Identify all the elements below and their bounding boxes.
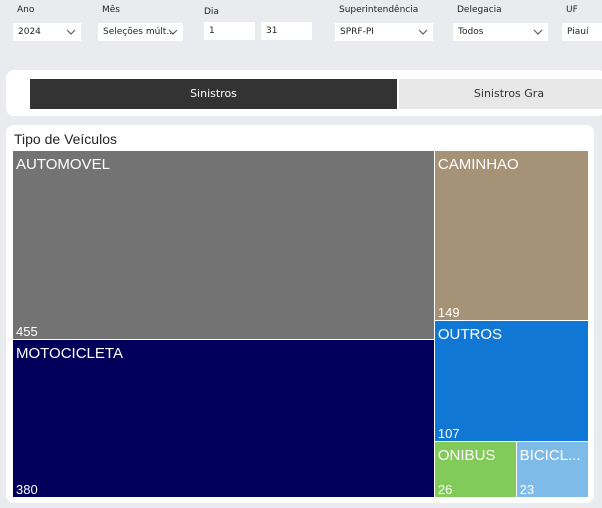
superintendencia-dropdown[interactable]: SPRF-PI	[335, 23, 433, 41]
treemap-cell-value: 26	[437, 481, 453, 497]
chevron-down-icon	[66, 29, 76, 35]
vehicle-type-treemap: AUTOMOVEL 455 MOTOCICLETA 380 CAMINHAO 149 OUT…	[13, 151, 589, 498]
treemap-cell-onibus[interactable]: ONIBUS 26	[434, 442, 517, 498]
treemap-cell-automovel[interactable]: AUTOMOVEL 455	[13, 151, 435, 341]
ano-value: 2024	[18, 27, 41, 37]
tab-sinistros[interactable]: Sinistros	[30, 79, 397, 109]
treemap-cell-value: 455	[16, 324, 38, 340]
treemap-cell-value: 380	[16, 481, 38, 497]
treemap-cell-label: OUTROS	[437, 325, 503, 343]
treemap-cell-label: MOTOCICLETA	[16, 345, 123, 363]
treemap-title: Tipo de Veículos	[14, 131, 117, 147]
uf-dropdown[interactable]: Piauí	[562, 23, 602, 41]
chevron-down-icon	[168, 29, 178, 35]
vehicle-type-treemap-card: Tipo de Veículos AUTOMOVEL 455 MOTOCICLETA…	[6, 125, 594, 503]
filter-dia-label: Dia	[204, 7, 219, 17]
treemap-cell-value: 149	[437, 304, 460, 320]
dia-to-value: 31	[266, 26, 278, 36]
chevron-down-icon	[418, 29, 428, 35]
filter-ano-label: Ano	[17, 5, 35, 15]
ano-dropdown[interactable]: 2024	[13, 23, 81, 41]
chevron-down-icon	[533, 29, 543, 35]
tab-sinistros-graves[interactable]: Sinistros Gra	[399, 79, 602, 109]
dia-to-input[interactable]: 31	[261, 22, 312, 40]
treemap-cell-outros[interactable]: OUTROS 107	[434, 320, 589, 443]
mes-value: Seleções múlt...	[103, 27, 175, 37]
treemap-cell-label: BICICL...	[519, 447, 581, 465]
treemap-cell-caminhao[interactable]: CAMINHAO 149	[434, 151, 589, 321]
dia-from-input[interactable]: 1	[204, 22, 255, 40]
treemap-cell-value: 107	[437, 426, 460, 442]
delegacia-dropdown[interactable]: Todos	[453, 23, 548, 41]
delegacia-value: Todos	[458, 27, 484, 37]
uf-value: Piauí	[567, 27, 589, 37]
filter-uf-label: UF	[566, 5, 578, 15]
dia-from-value: 1	[209, 26, 215, 36]
treemap-cell-motocicleta[interactable]: MOTOCICLETA 380	[13, 340, 435, 498]
mes-dropdown[interactable]: Seleções múlt...	[98, 23, 183, 41]
superintendencia-value: SPRF-PI	[340, 27, 374, 37]
treemap-cell-bicicl[interactable]: BICICL... 23	[516, 442, 589, 498]
treemap-cell-label: CAMINHAO	[437, 156, 519, 173]
filter-superintendencia-label: Superintendência	[339, 5, 419, 15]
page-tabs: Sinistros Sinistros Gra	[6, 70, 602, 116]
treemap-cell-label: AUTOMOVEL	[16, 156, 110, 173]
treemap-cell-value: 23	[519, 481, 535, 497]
filter-mes-label: Mês	[102, 5, 120, 15]
filter-delegacia-label: Delegacia	[457, 5, 502, 15]
treemap-cell-label: ONIBUS	[437, 447, 496, 465]
